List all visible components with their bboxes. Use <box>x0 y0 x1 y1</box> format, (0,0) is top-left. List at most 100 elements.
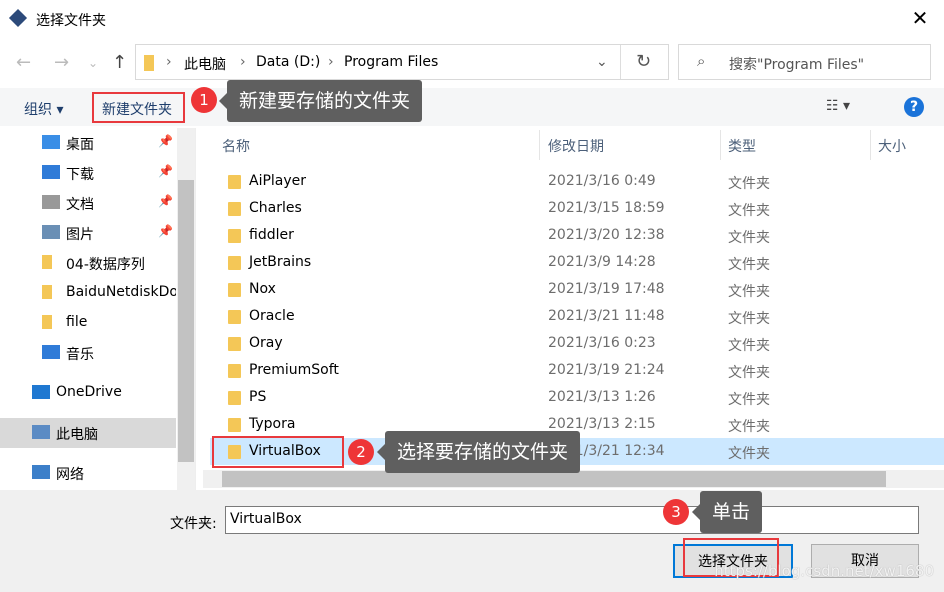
refresh-button[interactable]: ↻ <box>636 51 651 72</box>
column-headers: 名称 修改日期 类型 大小 <box>210 130 944 160</box>
file-type: 文件夹 <box>728 419 770 435</box>
divider <box>620 45 621 79</box>
help-icon[interactable]: ? <box>904 97 924 117</box>
folder-icon <box>228 337 241 351</box>
pin-icon[interactable]: 📌 <box>158 134 173 148</box>
file-date: 2021/3/13 1:26 <box>548 389 656 405</box>
folder-name-input[interactable]: VirtualBox <box>225 506 919 534</box>
file-type: 文件夹 <box>728 311 770 327</box>
folder-name-value: VirtualBox <box>230 511 302 527</box>
document-icon <box>42 195 60 209</box>
sidebar-item[interactable]: 网络 <box>0 458 176 488</box>
annotation-tooltip-2: 选择要存储的文件夹 <box>376 431 581 473</box>
file-type: 文件夹 <box>728 284 770 300</box>
up-button[interactable]: ↑ <box>112 52 127 73</box>
music-icon <box>42 345 60 359</box>
desktop-icon <box>42 135 60 149</box>
file-type: 文件夹 <box>728 257 770 273</box>
annotation-badge-2: 2 <box>348 439 374 465</box>
sidebar-item[interactable]: 04-数据序列 <box>0 248 176 278</box>
chevron-right-icon: › <box>166 54 172 70</box>
sidebar-item[interactable]: 图片 📌 <box>0 218 176 248</box>
file-row[interactable]: Charles 2021/3/15 18:59 文件夹 <box>210 195 944 222</box>
view-options-button[interactable]: ☷ ▾ <box>826 98 850 114</box>
pin-icon[interactable]: 📌 <box>158 194 173 208</box>
folder-icon <box>228 418 241 432</box>
file-type: 文件夹 <box>728 446 770 462</box>
sidebar-item-label: 网络 <box>56 467 84 483</box>
file-row[interactable]: Oray 2021/3/16 0:23 文件夹 <box>210 330 944 357</box>
sidebar-scrollbar-thumb[interactable] <box>178 180 194 462</box>
network-icon <box>32 465 50 479</box>
breadcrumb-program-files[interactable]: Program Files <box>344 54 438 70</box>
folder-icon <box>42 315 52 329</box>
address-bar[interactable]: › 此电脑 › Data (D:) › Program Files ⌄ ↻ <box>135 44 669 80</box>
cloud-icon <box>32 385 50 399</box>
recent-locations-button[interactable]: ⌄ <box>88 56 98 70</box>
navigation-pane: 桌面📌下载📌文档📌图片📌 04-数据序列 BaiduNetdiskDownload f… <box>0 128 196 490</box>
file-name: Oray <box>249 335 283 351</box>
sidebar-item[interactable]: BaiduNetdiskDownload <box>0 278 176 308</box>
column-name[interactable]: 名称 <box>222 136 250 156</box>
file-type: 文件夹 <box>728 338 770 354</box>
sidebar-item[interactable]: 音乐 <box>0 338 176 368</box>
download-icon <box>42 165 60 179</box>
sidebar-item[interactable]: 文档 📌 <box>0 188 176 218</box>
organize-menu[interactable]: 组织 ▾ <box>24 99 63 119</box>
file-row[interactable]: Oracle 2021/3/21 11:48 文件夹 <box>210 303 944 330</box>
file-row[interactable]: AiPlayer 2021/3/16 0:49 文件夹 <box>210 168 944 195</box>
column-size[interactable]: 大小 <box>878 136 906 156</box>
annotation-tooltip-3: 单击 <box>691 491 763 533</box>
sidebar-item[interactable]: OneDrive <box>0 378 176 408</box>
folder-icon <box>228 175 241 189</box>
address-dropdown-button[interactable]: ⌄ <box>596 54 608 70</box>
folder-icon <box>228 310 241 324</box>
file-name: PS <box>249 389 267 405</box>
folder-icon <box>42 255 52 269</box>
close-button[interactable]: ✕ <box>908 6 932 30</box>
column-type[interactable]: 类型 <box>728 136 756 156</box>
pin-icon[interactable]: 📌 <box>158 224 173 238</box>
folder-icon <box>228 202 241 216</box>
back-button[interactable]: ← <box>16 52 31 73</box>
forward-button[interactable]: → <box>54 52 69 73</box>
folder-icon <box>228 364 241 378</box>
annotation-badge-1: 1 <box>191 87 217 113</box>
sidebar-item-label: 此电脑 <box>56 427 98 443</box>
search-input[interactable]: ⌕ 搜索"Program Files" <box>678 44 931 80</box>
horizontal-scrollbar-thumb[interactable] <box>222 471 886 487</box>
file-date: 2021/3/9 14:28 <box>548 254 656 270</box>
title-bar: 选择文件夹 ✕ <box>0 0 944 38</box>
file-date: 2021/3/21 11:48 <box>548 308 665 324</box>
sidebar-item[interactable]: 桌面 📌 <box>0 128 176 158</box>
sidebar-item-label: OneDrive <box>56 384 122 400</box>
file-name: PremiumSoft <box>249 362 339 378</box>
file-name: fiddler <box>249 227 294 243</box>
file-name: Typora <box>249 416 296 432</box>
search-icon: ⌕ <box>697 52 706 70</box>
breadcrumb-this-pc[interactable]: 此电脑 <box>184 54 226 74</box>
file-row[interactable]: fiddler 2021/3/20 12:38 文件夹 <box>210 222 944 249</box>
file-type: 文件夹 <box>728 203 770 219</box>
virtualbox-app-icon <box>8 8 28 28</box>
file-row[interactable]: PS 2021/3/13 1:26 文件夹 <box>210 384 944 411</box>
breadcrumb-data-d[interactable]: Data (D:) <box>256 54 320 70</box>
pin-icon[interactable]: 📌 <box>158 164 173 178</box>
sidebar-item[interactable]: 下载 📌 <box>0 158 176 188</box>
file-row[interactable]: JetBrains 2021/3/9 14:28 文件夹 <box>210 249 944 276</box>
sidebar-item[interactable]: file <box>0 308 176 338</box>
file-type: 文件夹 <box>728 365 770 381</box>
sidebar-item-label: 音乐 <box>66 347 94 363</box>
sidebar-item-label: 04-数据序列 <box>66 257 145 273</box>
folder-icon <box>228 283 241 297</box>
computer-icon <box>32 425 50 439</box>
file-date: 2021/3/19 17:48 <box>548 281 665 297</box>
folder-icon <box>228 229 241 243</box>
file-date: 2021/3/16 0:49 <box>548 173 656 189</box>
file-date: 2021/3/16 0:23 <box>548 335 656 351</box>
sidebar-item[interactable]: 此电脑 <box>0 418 176 448</box>
file-row[interactable]: PremiumSoft 2021/3/19 21:24 文件夹 <box>210 357 944 384</box>
annotation-badge-3: 3 <box>663 499 689 525</box>
column-date[interactable]: 修改日期 <box>548 136 604 156</box>
file-row[interactable]: Nox 2021/3/19 17:48 文件夹 <box>210 276 944 303</box>
